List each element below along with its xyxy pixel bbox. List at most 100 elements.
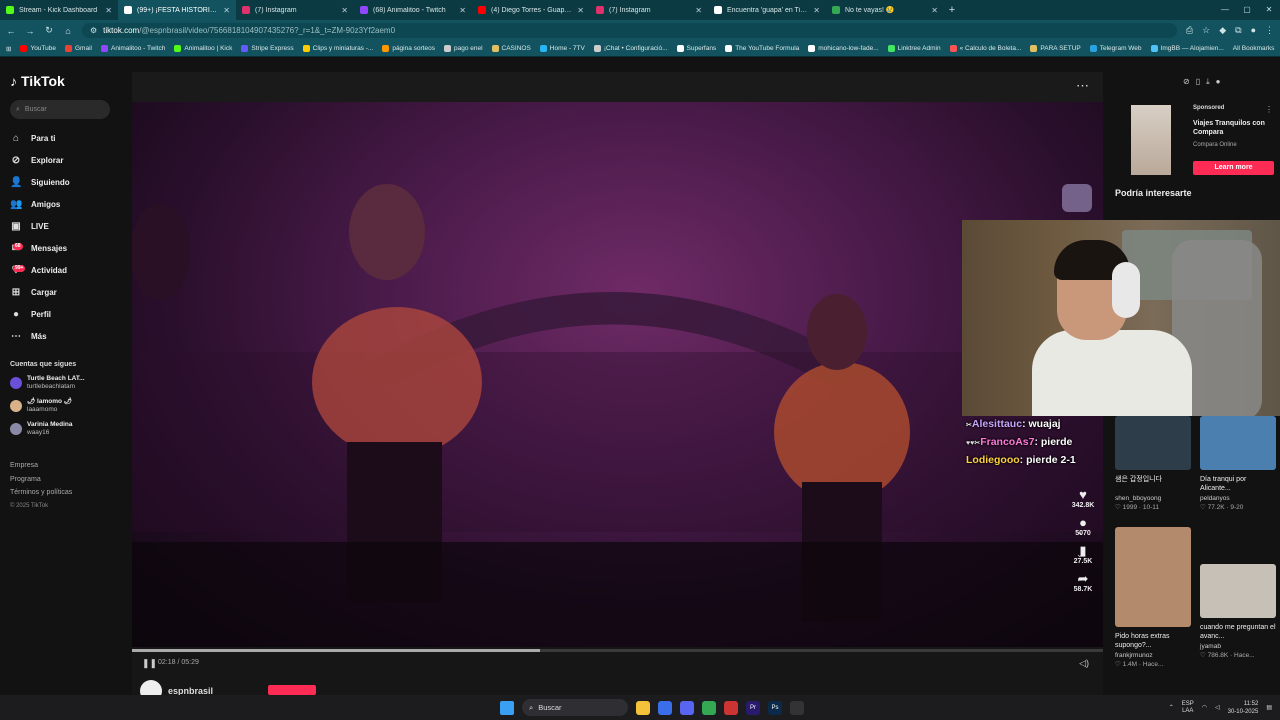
- bookmark-item[interactable]: Gmail: [65, 45, 92, 52]
- search-input[interactable]: ⌕ Buscar: [10, 100, 110, 119]
- bookmark-item[interactable]: Telegram Web: [1089, 45, 1142, 52]
- tray-overflow-icon[interactable]: ⌃: [1169, 704, 1174, 711]
- avatar[interactable]: [10, 400, 22, 412]
- bookmark-item[interactable]: ¡Chat • Configuració...: [593, 45, 668, 52]
- sidebar-item-cargar[interactable]: ⊞ Cargar: [10, 281, 110, 303]
- bookmark-item[interactable]: Animalitoo | Kick: [174, 45, 232, 52]
- file-explorer-icon[interactable]: [636, 700, 650, 715]
- video-player[interactable]: [132, 102, 1103, 647]
- sponsored-thumbnail[interactable]: [1131, 105, 1171, 175]
- install-icon[interactable]: ⎙: [1186, 25, 1193, 36]
- obs-icon[interactable]: [790, 700, 804, 715]
- sidebar-item-amigos[interactable]: 👥 Amigos: [10, 193, 110, 215]
- bookmark-item[interactable]: PARA SETUP: [1030, 45, 1081, 52]
- tiktok-logo[interactable]: ♪ TikTok: [10, 71, 110, 91]
- card-user[interactable]: shen_bboyoong: [1115, 495, 1191, 502]
- maximize-icon[interactable]: ▢: [1236, 0, 1258, 20]
- star-icon[interactable]: ☆: [1202, 25, 1210, 36]
- sponsored-more-icon[interactable]: ⋮: [1265, 105, 1273, 114]
- notifications-icon[interactable]: ▤: [1266, 704, 1272, 711]
- tab-close-icon[interactable]: ✕: [223, 6, 230, 15]
- comment-action[interactable]: ● 5070: [1066, 515, 1100, 537]
- tab-close-icon[interactable]: ✕: [931, 6, 938, 15]
- browser-tab[interactable]: (4) Diego Torres - Guapa - YouT ✕: [472, 0, 590, 20]
- like-action[interactable]: ♥ 342.8K: [1066, 487, 1100, 509]
- profile-avatar-icon[interactable]: ●: [1251, 25, 1256, 36]
- apps-icon[interactable]: ⊞: [6, 45, 11, 53]
- suggested-video-card[interactable]: Pido horas extras supongo?... frankjrmun…: [1115, 527, 1191, 668]
- browser-tab[interactable]: (7) Instagram ✕: [590, 0, 708, 20]
- media-app-icon[interactable]: [724, 700, 738, 715]
- browser-tab[interactable]: (68) Animalitoo - Twitch ✕: [354, 0, 472, 20]
- card-thumbnail[interactable]: [1200, 564, 1276, 618]
- bookmark-item[interactable]: Superfans: [676, 45, 716, 52]
- bookmark-item[interactable]: « Calculo de Boleta...: [949, 45, 1021, 52]
- browser-tab[interactable]: Stream - Kick Dashboard ✕: [0, 0, 118, 20]
- all-bookmarks-button[interactable]: All Bookmarks: [1233, 45, 1275, 52]
- minimize-icon[interactable]: —: [1214, 0, 1236, 20]
- pause-icon[interactable]: ❚❚: [142, 658, 157, 669]
- bookmark-item[interactable]: Clips y miniaturas -...: [302, 45, 373, 52]
- following-account[interactable]: Varinia Medina waay16: [10, 421, 110, 437]
- home-icon[interactable]: ⌂: [63, 26, 73, 36]
- browser-tab[interactable]: No te vayas! 😢 ✕: [826, 0, 944, 20]
- card-user[interactable]: frankjrmunoz: [1115, 652, 1191, 659]
- tab-close-icon[interactable]: ✕: [105, 6, 112, 15]
- start-button[interactable]: [500, 700, 514, 715]
- following-account[interactable]: Turtle Beach LAT... turtlebeachlatam: [10, 375, 110, 391]
- new-tab-button[interactable]: +: [944, 4, 960, 16]
- learn-more-button[interactable]: Learn more: [1193, 161, 1274, 175]
- avatar[interactable]: [10, 377, 22, 389]
- extension-icon[interactable]: ◆: [1219, 25, 1226, 36]
- download-icon[interactable]: ⤓: [1206, 77, 1210, 87]
- clock[interactable]: 11:52 30-10-2025: [1228, 700, 1259, 716]
- tab-close-icon[interactable]: ✕: [341, 6, 348, 15]
- bookmark-item[interactable]: página sorteos: [382, 45, 435, 52]
- sidebar-item-actividad[interactable]: ♡99+ Actividad: [10, 259, 110, 281]
- back-icon[interactable]: ←: [6, 26, 16, 36]
- user-avatar-icon[interactable]: ●: [1216, 77, 1221, 87]
- sidebar-item-siguiendo[interactable]: 👤 Siguiendo: [10, 171, 110, 193]
- avatar[interactable]: [10, 423, 22, 435]
- bookmark-item[interactable]: Stripe Express: [241, 45, 294, 52]
- url-bar[interactable]: ⚙ tiktok.com/@espnbrasil/video/756681810…: [82, 23, 1177, 38]
- menu-icon[interactable]: ⋮: [1265, 25, 1274, 36]
- bookmark-item[interactable]: Home - 7TV: [539, 45, 585, 52]
- suggested-video-card[interactable]: cuando me preguntan el avanc... jyamab ♡…: [1200, 564, 1276, 659]
- card-user[interactable]: jyamab: [1200, 643, 1276, 650]
- bookmark-item[interactable]: The YouTube Formula: [725, 45, 799, 52]
- card-thumbnail[interactable]: [1115, 527, 1191, 627]
- close-window-icon[interactable]: ✕: [1258, 0, 1280, 20]
- suggested-video-card[interactable]: 샘은 갑정입니다 shen_bboyoong ♡ 1999 · 10-11: [1115, 416, 1191, 511]
- browser-tab[interactable]: (99+) ¡FESTA HISTÓRICA du ✕: [118, 0, 236, 20]
- bookmark-item[interactable]: YouTube: [20, 45, 56, 52]
- tab-close-icon[interactable]: ✕: [459, 6, 466, 15]
- sidebar-item-m-s[interactable]: ⋯ Más: [10, 325, 110, 347]
- card-thumbnail[interactable]: [1200, 416, 1276, 470]
- discord-icon[interactable]: [680, 700, 694, 715]
- speaker-icon[interactable]: ◁: [1215, 704, 1220, 711]
- card-user[interactable]: peldanyos: [1200, 495, 1276, 502]
- sidebar-item-mensajes[interactable]: ✉68 Mensajes: [10, 237, 110, 259]
- taskbar-search[interactable]: ⌕ Buscar: [522, 699, 628, 716]
- tab-close-icon[interactable]: ✕: [577, 6, 584, 15]
- compass-small-icon[interactable]: ⊘: [1183, 77, 1190, 87]
- volume-icon[interactable]: ◁): [1079, 658, 1089, 669]
- footer-link-company[interactable]: Empresa: [10, 459, 110, 473]
- bookmark-item[interactable]: CASINOS: [491, 45, 531, 52]
- bookmark-item[interactable]: pago enel: [443, 45, 483, 52]
- language-indicator[interactable]: ESP LAA: [1182, 701, 1194, 715]
- footer-link-program[interactable]: Programa: [10, 473, 110, 487]
- puzzle-icon[interactable]: ⧉: [1235, 25, 1241, 36]
- reload-icon[interactable]: ↻: [44, 25, 54, 36]
- footer-link-terms[interactable]: Términos y políticas: [10, 486, 110, 500]
- wifi-icon[interactable]: ◠: [1202, 704, 1207, 711]
- forward-icon[interactable]: →: [25, 26, 35, 36]
- sidebar-item-explorar[interactable]: ⊘ Explorar: [10, 149, 110, 171]
- card-thumbnail[interactable]: [1115, 416, 1191, 470]
- sponsored-card[interactable]: Sponsored ⋮ Viajes Tranquilos con Compar…: [1131, 105, 1277, 175]
- sidebar-item-perfil[interactable]: ● Perfil: [10, 303, 110, 325]
- progress-bar[interactable]: [132, 649, 1103, 652]
- sidebar-item-para-ti[interactable]: ⌂ Para ti: [10, 127, 110, 149]
- tab-close-icon[interactable]: ✕: [813, 6, 820, 15]
